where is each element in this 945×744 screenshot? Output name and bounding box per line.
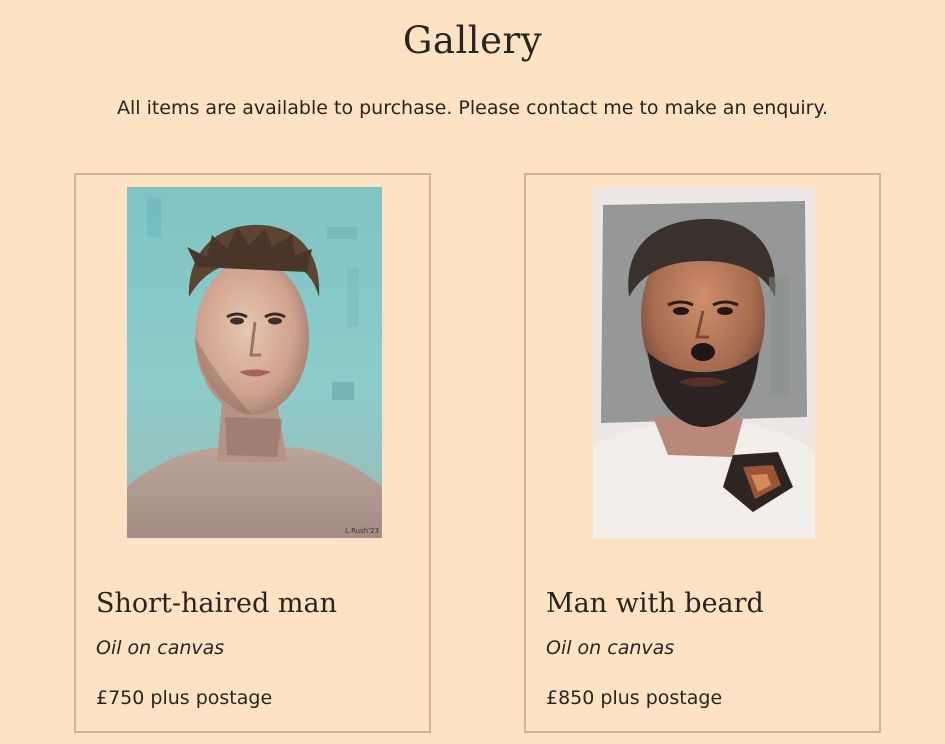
card-title: Man with beard — [546, 588, 764, 619]
card-title: Short-haired man — [96, 588, 337, 619]
card-price: £750 plus postage — [96, 687, 273, 709]
card-price: £850 plus postage — [546, 687, 723, 709]
artwork-signature: L.Rush'23 — [345, 527, 379, 535]
artwork-image[interactable] — [593, 187, 815, 538]
card-medium: Oil on canvas — [96, 637, 225, 659]
artwork-image[interactable]: L.Rush'23 — [127, 187, 382, 538]
card-medium: Oil on canvas — [546, 637, 675, 659]
gallery-card[interactable]: L.Rush'23 Short-haired man Oil on canvas… — [74, 173, 431, 733]
page-title: Gallery — [402, 19, 543, 62]
intro-text: All items are available to purchase. Ple… — [116, 97, 829, 119]
gallery-card[interactable]: Man with beard Oil on canvas £850 plus p… — [524, 173, 881, 733]
